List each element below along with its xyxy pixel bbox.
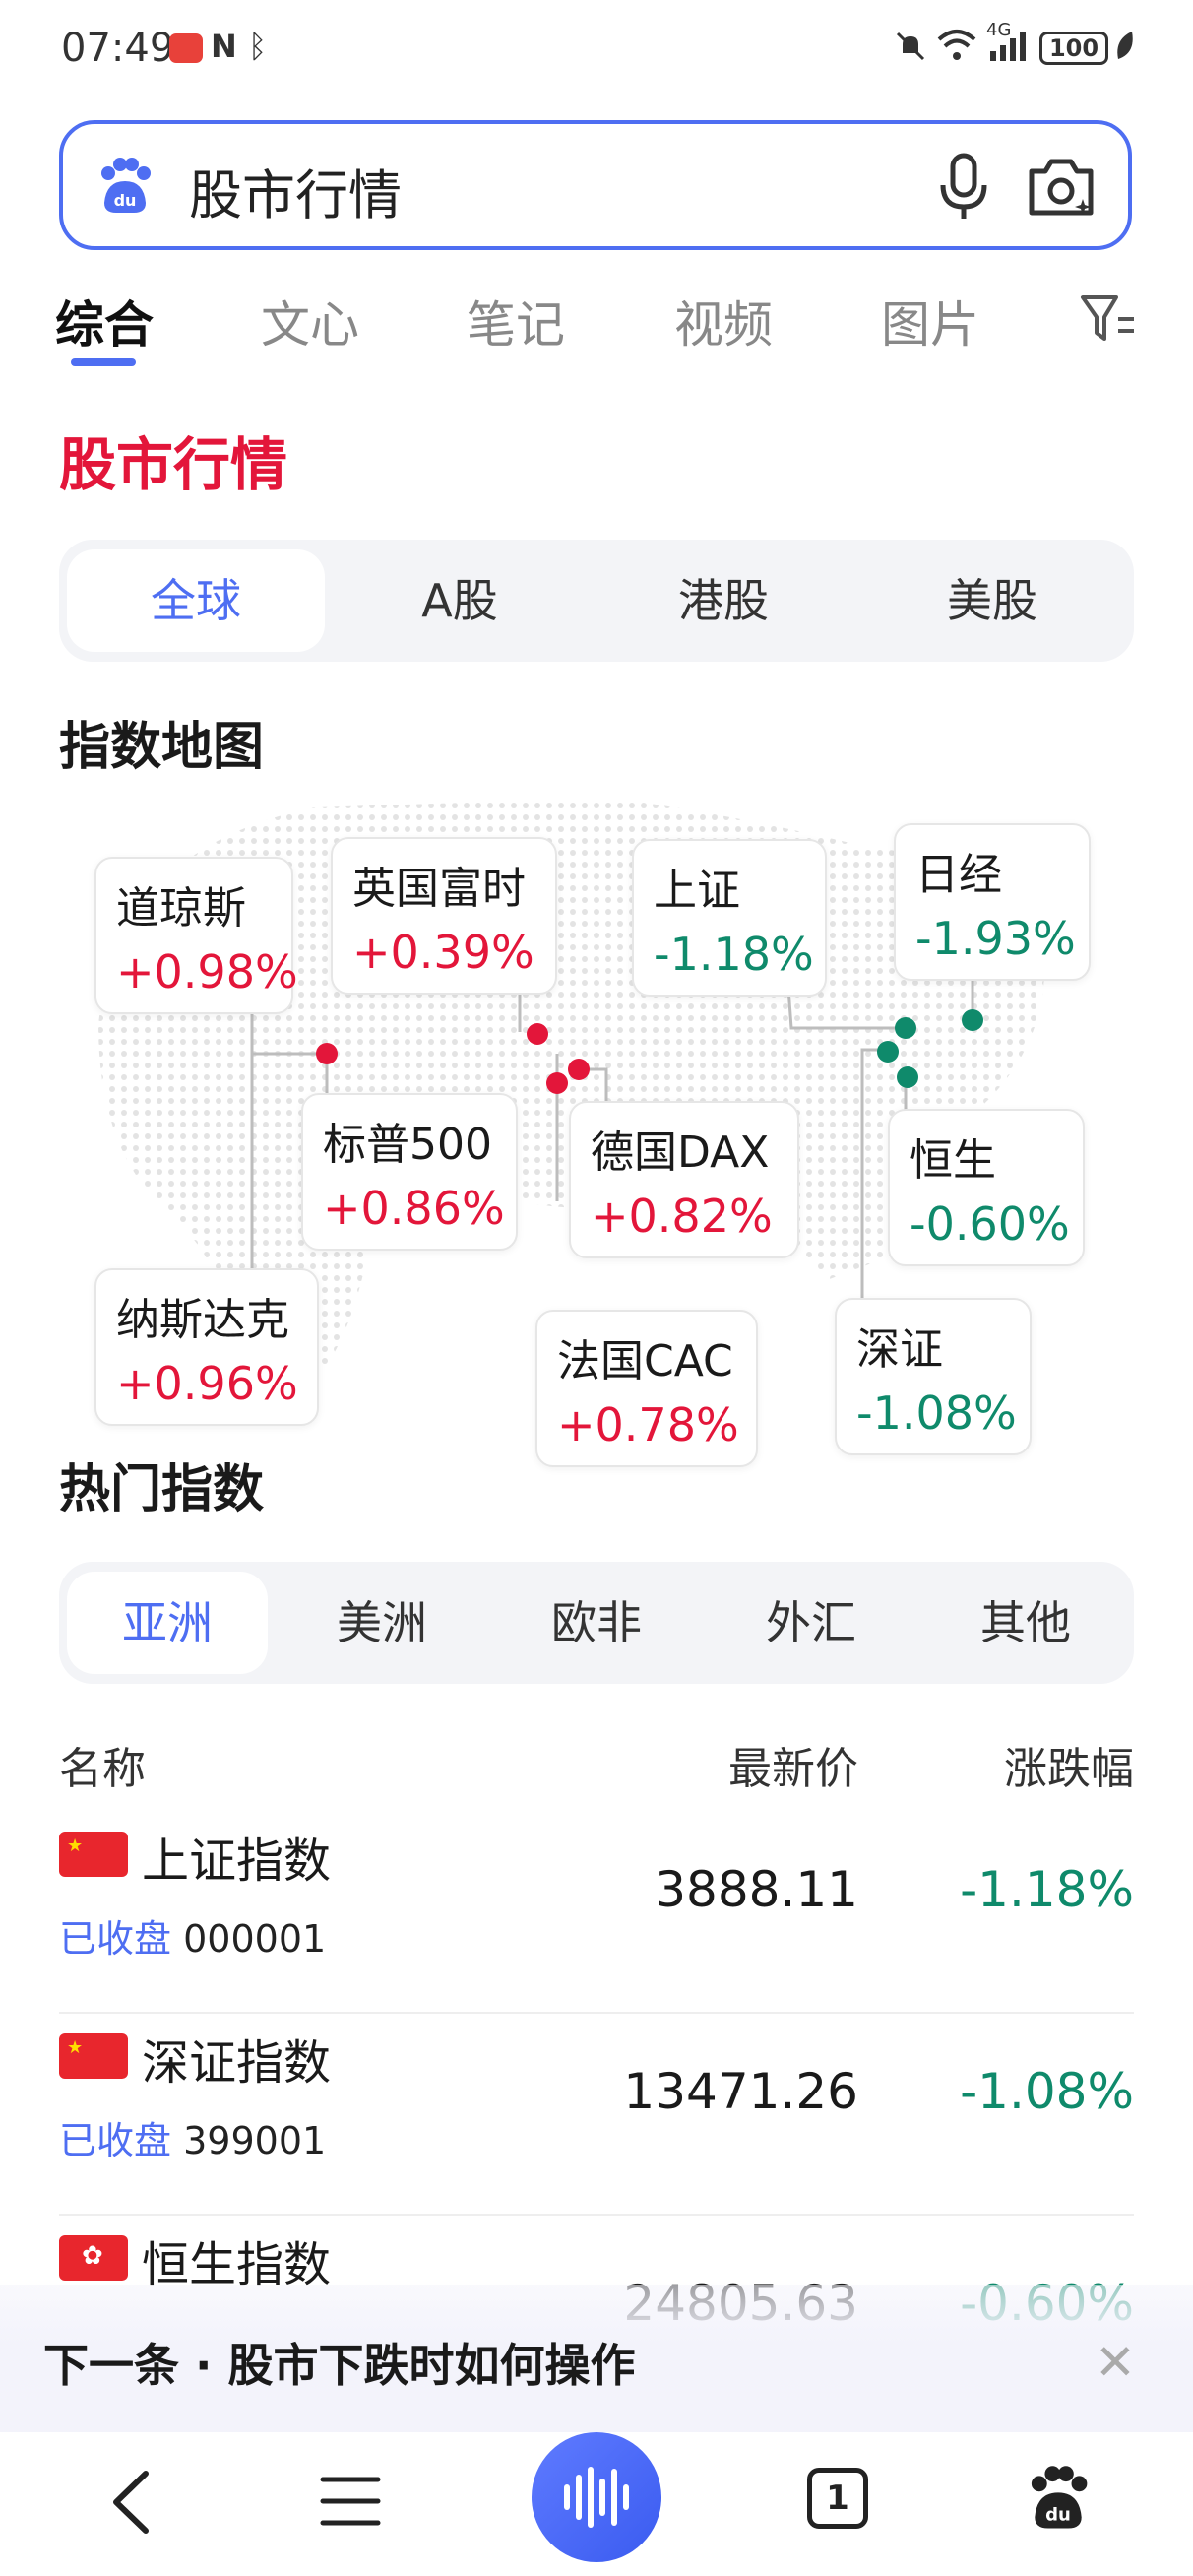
map-card-shanghai[interactable]: 上证 -1.18% xyxy=(632,839,827,997)
mute-bell-icon xyxy=(896,32,925,61)
index-map: 道琼斯 +0.98% 英国富时 +0.39% 上证 -1.18% 日经 -1.9… xyxy=(59,788,1134,1467)
index-table-header: 名称 最新价 涨跌幅 xyxy=(59,1733,1134,1794)
bottom-navigation: 1 du xyxy=(0,2432,1193,2576)
col-price-header: 最新价 xyxy=(728,1744,858,1794)
market-tab-us[interactable]: 美股 xyxy=(858,549,1126,652)
bluetooth-icon: ᛒ xyxy=(248,28,268,65)
market-tab-hk[interactable]: 港股 xyxy=(595,549,852,652)
region-tab-other[interactable]: 其他 xyxy=(925,1572,1126,1674)
camera-search-icon[interactable] xyxy=(1024,150,1099,225)
section-title: 股市行情 xyxy=(59,431,288,498)
map-card-nasdaq[interactable]: 纳斯达克 +0.96% xyxy=(94,1268,319,1426)
col-name-header: 名称 xyxy=(59,1744,146,1794)
marker-cac xyxy=(546,1072,568,1094)
market-status: 已收盘 xyxy=(59,2119,172,2162)
status-time: 07:49 xyxy=(61,26,175,71)
tab-video[interactable]: 视频 xyxy=(674,286,773,356)
status-bar: 07:49 N ᛒ 4G 100 xyxy=(0,0,1193,98)
active-tab-indicator xyxy=(71,358,136,366)
marker-shanghai xyxy=(895,1017,916,1039)
map-card-ftse[interactable]: 英国富时 +0.39% xyxy=(331,837,557,995)
marker-shenzhen xyxy=(877,1041,899,1063)
eco-leaf-icon xyxy=(1117,32,1133,59)
wifi-icon xyxy=(937,30,976,60)
baidu-home-icon[interactable]: du xyxy=(1024,2462,1093,2535)
tab-wenxin[interactable]: 文心 xyxy=(261,286,359,356)
marker-hangseng xyxy=(897,1066,918,1088)
region-tab-asia[interactable]: 亚洲 xyxy=(67,1572,268,1674)
index-price: 3888.11 xyxy=(655,1861,858,1918)
marker-sp500 xyxy=(316,1043,338,1064)
table-row[interactable]: ★ 上证指数 已收盘 000001 3888.11 -1.18% xyxy=(59,1812,1134,2014)
index-meta: 已收盘 000001 xyxy=(59,1908,326,1963)
next-item-banner[interactable]: 下一条 · 股市下跌时如何操作 ✕ xyxy=(0,2285,1193,2432)
region-segment: 亚洲 美洲 欧非 外汇 其他 xyxy=(59,1562,1134,1684)
index-code: 000001 xyxy=(183,1917,327,1961)
back-icon[interactable] xyxy=(106,2468,156,2537)
next-item-text[interactable]: 下一条 · 股市下跌时如何操作 xyxy=(43,2330,636,2395)
map-card-dow[interactable]: 道琼斯 +0.98% xyxy=(94,857,298,1014)
battery-icon: 100 xyxy=(1039,32,1108,65)
index-name: 深证指数 xyxy=(142,2035,332,2091)
map-title: 指数地图 xyxy=(59,718,265,777)
map-card-sp500[interactable]: 标普500 +0.86% xyxy=(301,1093,518,1251)
marker-dax xyxy=(568,1059,590,1080)
baidu-paw-icon: du xyxy=(101,158,151,213)
search-tabs: 综合 文心 笔记 视频 图片 xyxy=(0,276,1193,374)
market-segment: 全球 A股 港股 美股 xyxy=(59,540,1134,662)
search-box[interactable]: du 股市行情 xyxy=(59,120,1132,250)
sound-wave-icon xyxy=(564,2467,629,2528)
china-flag-icon: ★ xyxy=(59,1832,128,1877)
index-change: -1.18% xyxy=(960,1861,1134,1918)
index-name: 上证指数 xyxy=(142,1834,332,1889)
tab-count-button[interactable]: 1 xyxy=(807,2468,868,2529)
map-card-cac[interactable]: 法国CAC +0.78% xyxy=(535,1310,758,1467)
index-change: -1.08% xyxy=(960,2063,1134,2120)
filter-icon[interactable] xyxy=(1079,290,1138,347)
tab-notes[interactable]: 笔记 xyxy=(467,286,565,356)
tab-comprehensive[interactable]: 综合 xyxy=(55,286,154,356)
cellular-signal-icon: 4G xyxy=(986,20,1036,63)
china-flag-icon: ★ xyxy=(59,2033,128,2079)
close-icon[interactable]: ✕ xyxy=(1095,2334,1136,2391)
col-change-header: 涨跌幅 xyxy=(1004,1744,1134,1794)
map-card-hangseng[interactable]: 恒生 -0.60% xyxy=(888,1109,1085,1266)
market-tab-global[interactable]: 全球 xyxy=(67,549,325,652)
microphone-icon[interactable] xyxy=(929,152,998,223)
index-meta: 已收盘 399001 xyxy=(59,2110,326,2164)
voice-assistant-button[interactable] xyxy=(532,2432,661,2562)
tab-images[interactable]: 图片 xyxy=(881,286,979,356)
menu-icon[interactable] xyxy=(319,2472,382,2531)
region-tab-forex[interactable]: 外汇 xyxy=(711,1572,911,1674)
region-tab-europe-africa[interactable]: 欧非 xyxy=(496,1572,697,1674)
map-card-shenzhen[interactable]: 深证 -1.08% xyxy=(835,1298,1032,1455)
hot-indices-title: 热门指数 xyxy=(59,1460,265,1519)
marker-ftse xyxy=(527,1023,548,1045)
svg-text:du: du xyxy=(114,191,137,210)
market-status: 已收盘 xyxy=(59,1917,172,1961)
svg-text:du: du xyxy=(1045,2505,1071,2526)
app-notification-icon xyxy=(169,33,203,63)
marker-nikkei xyxy=(962,1009,983,1031)
nfc-icon: N xyxy=(211,28,237,65)
market-tab-a-shares[interactable]: A股 xyxy=(331,549,589,652)
table-row[interactable]: ★ 深证指数 已收盘 399001 13471.26 -1.08% xyxy=(59,2014,1134,2216)
hong-kong-flag-icon: ✿ xyxy=(59,2235,128,2281)
index-price: 13471.26 xyxy=(623,2063,858,2120)
search-query[interactable]: 股市行情 xyxy=(189,152,402,229)
map-card-dax[interactable]: 德国DAX +0.82% xyxy=(569,1101,799,1258)
map-card-nikkei[interactable]: 日经 -1.93% xyxy=(894,823,1091,981)
region-tab-americas[interactable]: 美洲 xyxy=(282,1572,482,1674)
index-code: 399001 xyxy=(183,2119,327,2162)
